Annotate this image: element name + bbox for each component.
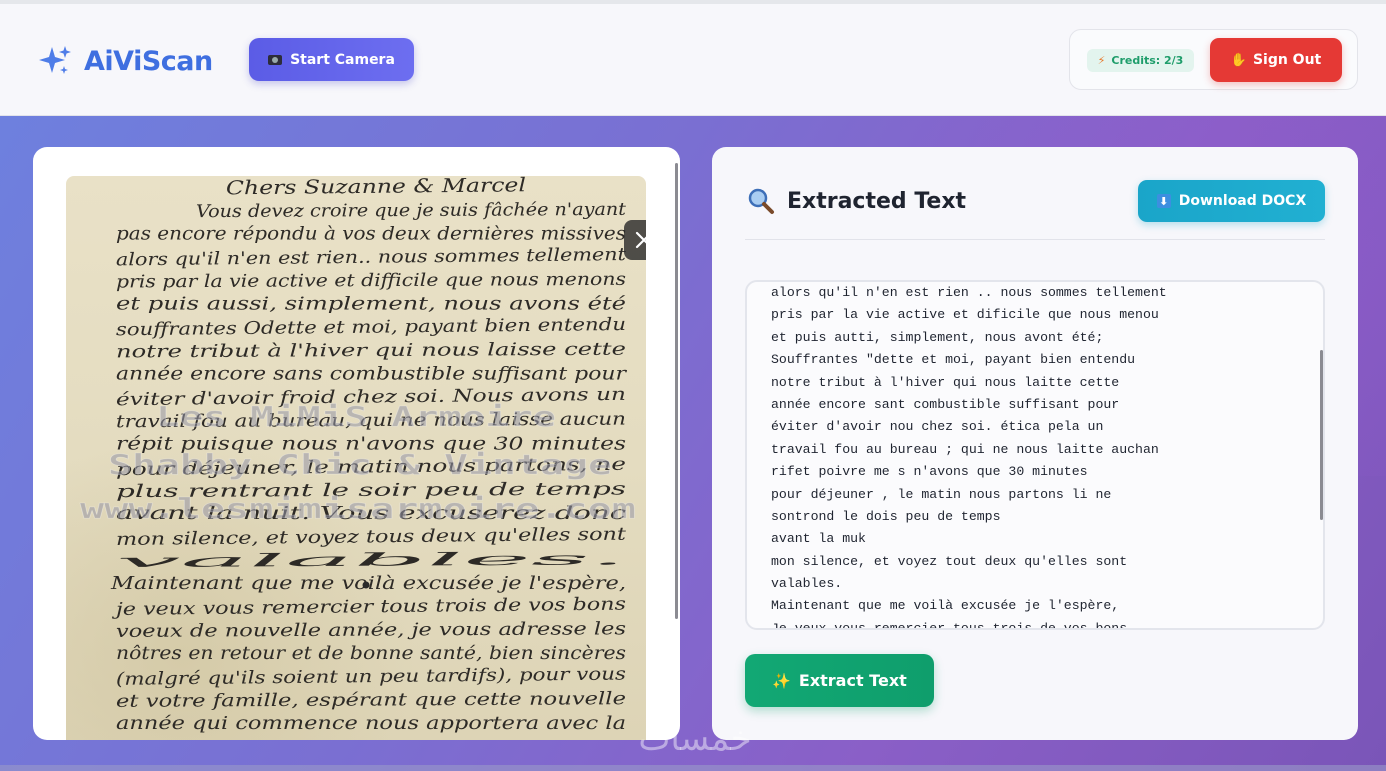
letter-line: nôtres en retour et de bonne santé, bien…: [116, 644, 626, 664]
extracted-line: année encore sant combustible suffisant …: [771, 396, 1120, 412]
letter-line: Vous devez croire que je suis fâchée n'a…: [196, 200, 627, 222]
letter-line: voeux de nouvelle année, je vous adresse…: [116, 619, 626, 642]
watermark-line: Shabby Chic & Vintage: [108, 448, 612, 481]
download-docx-label: Download DOCX: [1178, 193, 1307, 209]
header-divider: [745, 239, 1325, 240]
download-docx-button[interactable]: ⬇ Download DOCX: [1138, 180, 1325, 222]
extract-text-button[interactable]: ✨ Extract Text: [745, 654, 934, 707]
letter-line: pris par la vie active et difficile que …: [116, 270, 626, 293]
letter-line: année encore sans combustible suffisant …: [116, 364, 628, 384]
extracted-text-area[interactable]: alors qu'il n'en est rien .. nous sommes…: [745, 280, 1325, 630]
letter-handwriting: Chers Suzanne & MarcelVous devez croire …: [66, 176, 646, 740]
credits-badge: ⚡ Credits: 2/3: [1087, 49, 1194, 72]
credits-text: Credits: 2/3: [1111, 54, 1184, 67]
start-camera-button[interactable]: Start Camera: [249, 38, 414, 81]
letter-line: année qui commence nous apportera avec l…: [116, 714, 626, 734]
extracted-line: Je veux vous remercier tous trois de vos…: [771, 620, 1128, 630]
extract-text-label: Extract Text: [798, 671, 907, 690]
download-icon: ⬇: [1156, 194, 1171, 208]
image-scrollbar[interactable]: [675, 163, 678, 619]
magnifier-icon: [748, 188, 774, 214]
account-box: ⚡ Credits: 2/3 ✋ Sign Out: [1069, 29, 1358, 90]
extracted-line: mon silence, et voyez tout deux qu'elles…: [771, 553, 1128, 569]
extracted-text: alors qu'il n'en est rien .. nous sommes…: [771, 282, 1291, 630]
extract-title: Extracted Text: [787, 188, 967, 214]
start-camera-label: Start Camera: [290, 51, 395, 68]
extract-panel: Extracted Text ⬇ Download DOCX alors qu'…: [712, 147, 1358, 740]
letter-line: et votre famille, espérant que cette nou…: [116, 689, 626, 712]
sign-out-button[interactable]: ✋ Sign Out: [1210, 38, 1342, 82]
waving-hand-icon: ✋: [1230, 52, 1247, 68]
watermark-line: Les MiMiS Armoire: [156, 400, 556, 433]
text-scrollbar[interactable]: [1320, 350, 1323, 520]
extracted-line: pris par la vie active et dificile que n…: [771, 307, 1159, 323]
extracted-line: pour déjeuner , le matin nous partons li…: [771, 486, 1112, 502]
extracted-line: sontrond le dois peu de temps: [771, 508, 1001, 524]
letter-line: et puis aussi, simplement, nous avons ét…: [116, 295, 626, 315]
extracted-line: et puis autti, simplement, nous avont ét…: [771, 329, 1104, 345]
letter-line: Chers Suzanne & Marcel: [226, 176, 526, 199]
logo[interactable]: AiViScan: [38, 44, 213, 78]
sparkle-icon: ✨: [772, 671, 791, 690]
sparkles-icon: [39, 46, 71, 74]
image-panel: Chers Suzanne & Marcel Vous devez croire …: [33, 147, 680, 740]
letter-image: Chers Suzanne & Marcel Vous devez croire …: [66, 176, 646, 740]
logo-text: AiViScan: [84, 45, 213, 77]
close-icon: [635, 231, 646, 249]
main-area: Chers Suzanne & Marcel Vous devez croire …: [0, 116, 1386, 771]
extracted-line: travail fou au bureau ; qui ne nous lait…: [771, 441, 1159, 457]
extracted-line: avant la muk: [771, 531, 866, 547]
letter-line: notre tribut à l'hiver qui nous laisse c…: [116, 340, 626, 363]
letter-line: pas encore répondu à vos deux dernières …: [116, 225, 626, 245]
sign-out-label: Sign Out: [1252, 52, 1322, 68]
extracted-line: éviter d'avoir nou chez soi. ética pela …: [771, 419, 1104, 435]
bottom-edge: [0, 765, 1386, 771]
close-image-button[interactable]: [624, 220, 646, 260]
lightning-icon: ⚡: [1097, 54, 1106, 67]
extracted-line: alors qu'il n'en est rien .. nous sommes…: [771, 285, 1167, 300]
extracted-line: Souffrantes "dette et moi, payant bien e…: [771, 352, 1136, 368]
extracted-line: notre tribut à l'hiver qui nous laitte c…: [771, 374, 1120, 390]
letter-line: valables.: [116, 549, 626, 572]
watermark-line: www.lesmimisarmoire.com: [80, 492, 636, 525]
extracted-line: Maintenant que me voilà excusée je l'esp…: [771, 598, 1120, 614]
extracted-line: rifet poivre me s n'avons que 30 minutes: [771, 464, 1088, 480]
camera-icon: [268, 54, 283, 65]
extract-header: Extracted Text: [747, 187, 966, 215]
extracted-line: valables.: [771, 576, 843, 592]
footer-watermark: خمسات: [638, 719, 752, 759]
app-header: AiViScan Start Camera ⚡ Credits: 2/3 ✋ S…: [0, 4, 1386, 116]
